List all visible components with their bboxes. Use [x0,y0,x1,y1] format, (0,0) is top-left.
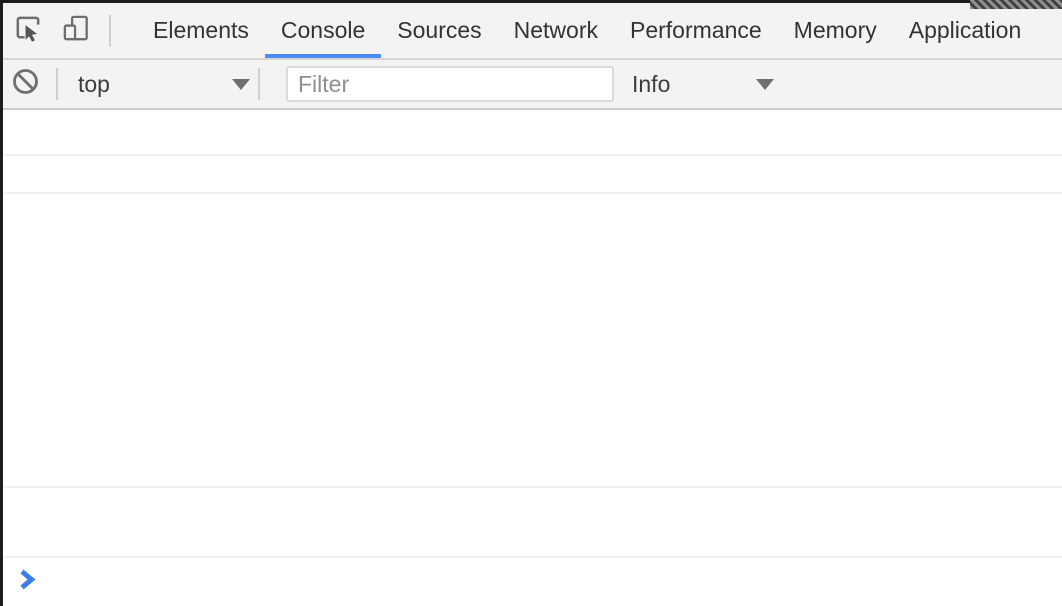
console-message-cleared: Console was cleared [3,110,1062,156]
console-message-request: Request: ▼Object {Request Body: null, Re… [3,194,1062,488]
resize-hatch-decoration [970,0,1062,9]
tab-label: Memory [794,17,877,44]
window-left-edge [0,0,3,606]
clear-console-icon [12,68,39,100]
console-toolbar: top Info [3,60,1062,110]
tree-row: ▶__proto__: Object [3,452,1062,484]
console-message-command: Command:request [3,156,1062,194]
tree-row: Response Status: 200 [3,420,1062,452]
returned-label-line: Returned: [3,490,1062,522]
tree-row: Request URL: "https://jsonplaceholder.ty… [3,324,1062,356]
tab-elements[interactable]: Elements [137,3,265,58]
chevron-down-icon [232,79,250,90]
execution-context-selector[interactable]: top [78,71,250,98]
tab-console[interactable]: Console [265,3,381,58]
object-preview-line: ▶Object {status: 200, duration: 296, bod… [3,522,1062,554]
toggle-device-toolbar-button[interactable] [52,3,101,58]
prompt-chevron-icon [18,572,36,597]
execution-context-value: top [78,71,110,98]
tab-label: Network [514,17,598,44]
chevron-down-icon [756,79,774,90]
log-level-value: Info [632,71,670,98]
tab-network[interactable]: Network [498,3,614,58]
tree-row: ▶Request Headers: Object [3,292,1062,324]
tab-label: Application [909,17,1022,44]
toolbar-separator [258,68,260,100]
object-preview-line: ▼Object {Request Body: null, Request Hea… [3,228,1062,260]
tab-sources[interactable]: Sources [381,3,497,58]
console-prompt[interactable] [3,558,1062,606]
clear-console-button[interactable] [3,60,48,108]
device-toolbar-icon [61,13,92,49]
window-top-edge [0,0,1062,3]
console-output: Console was cleared Command:request Requ… [3,110,1062,606]
request-label-line: Request: [3,196,1062,228]
toolbar-separator [109,15,111,47]
devtools-window: Elements Console Sources Network Perform… [0,0,1062,606]
tab-label: Performance [630,17,762,44]
tab-label: Elements [153,17,249,44]
tab-performance[interactable]: Performance [614,3,778,58]
panel-tabs: Elements Console Sources Network Perform… [137,3,1037,58]
log-level-selector[interactable]: Info [632,71,774,98]
tab-label: Sources [397,17,481,44]
console-message-returned: Returned: ▶Object {status: 200, duration… [3,488,1062,558]
tree-row: ▶Response Headers: Object [3,388,1062,420]
console-filter-input[interactable] [286,66,614,102]
inspect-cursor-icon [12,13,43,49]
tree-row: Request Body: null [3,260,1062,292]
tab-application[interactable]: Application [893,3,1038,58]
tab-label: Console [281,17,365,44]
inspect-element-button[interactable] [3,3,52,58]
tab-memory[interactable]: Memory [778,3,893,58]
tree-row: Response Body: "[↵ {↵ "postId": 1,↵ "id"… [3,356,1062,388]
active-tab-indicator [265,54,381,58]
devtools-tab-bar: Elements Console Sources Network Perform… [3,3,1062,60]
toolbar-separator [56,68,58,100]
